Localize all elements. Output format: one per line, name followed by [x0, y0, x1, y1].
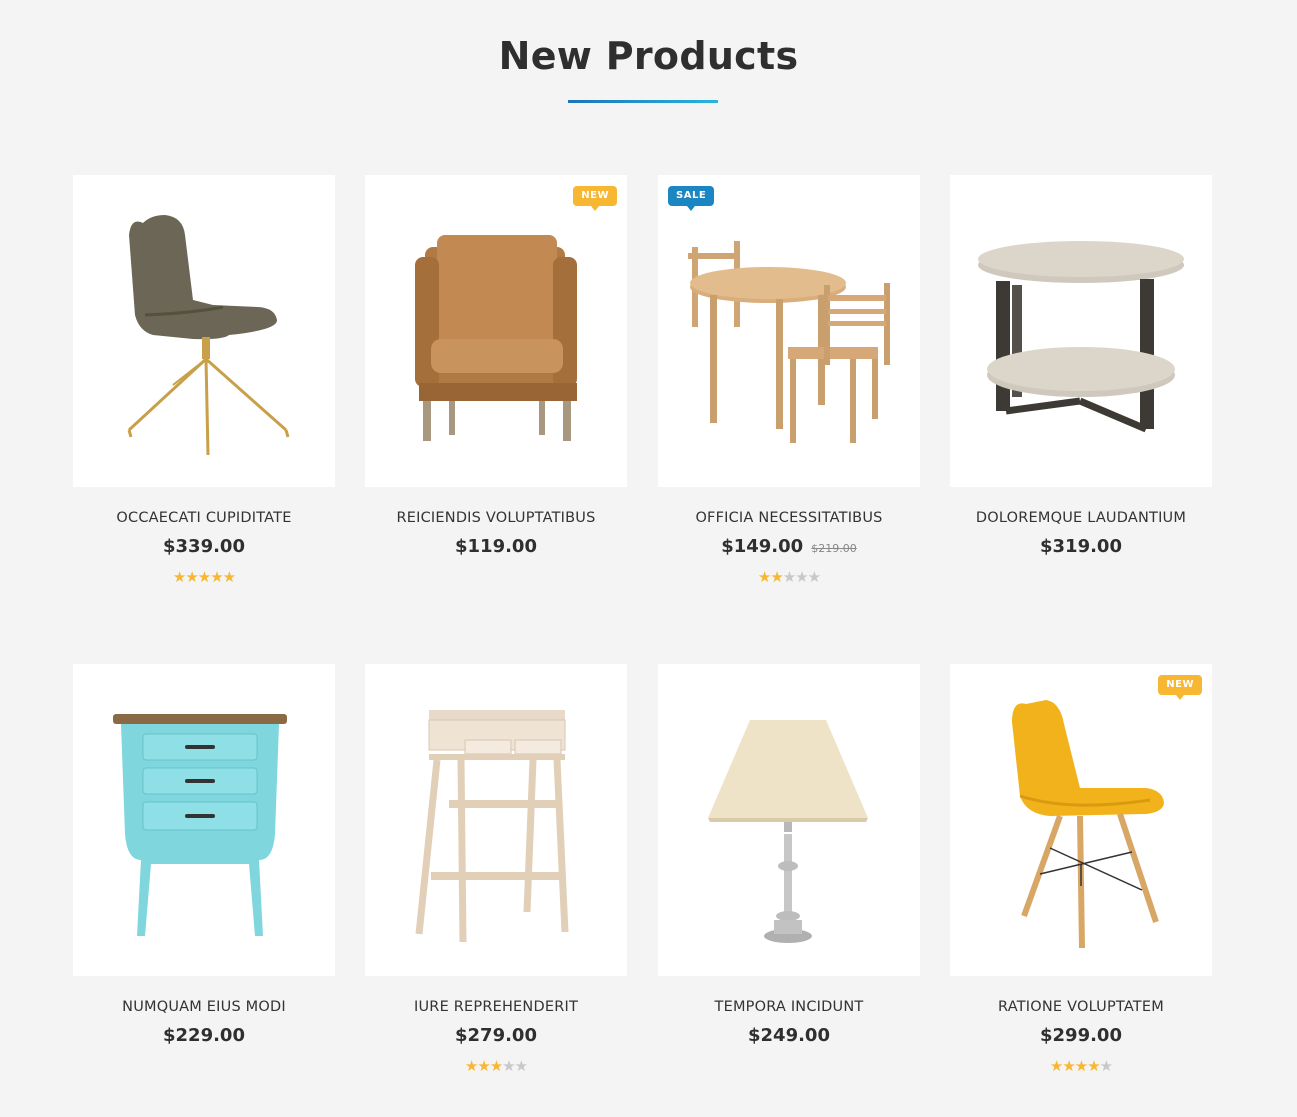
product-image-link[interactable]: NEW — [365, 175, 627, 487]
price-row: $119.00 — [365, 536, 627, 557]
star-filled-icon: ★ — [197, 568, 211, 586]
star-empty-icon: ★ — [514, 1057, 528, 1075]
side-table-icon — [978, 241, 1184, 433]
price-row: $279.00 — [365, 1025, 627, 1046]
star-filled-icon: ★ — [770, 568, 783, 586]
product-name[interactable]: DOLOREMQUE LAUDANTIUM — [950, 510, 1212, 526]
star-filled-icon: ★ — [757, 568, 771, 586]
product-grid: OCCAECATI CUPIDITATE $339.00 ★★★★★ NEW R… — [0, 0, 1297, 1117]
star-filled-icon: ★ — [1074, 1057, 1088, 1075]
price-row: $339.00 — [73, 536, 335, 557]
product-price: $229.00 — [163, 1025, 245, 1046]
star-empty-icon: ★ — [502, 1057, 515, 1075]
new-badge: NEW — [1158, 675, 1202, 700]
product-card: OCCAECATI CUPIDITATE $339.00 ★★★★★ — [73, 175, 335, 586]
product-card: SALE OFFICIA NECESSITATIBUS $149.00 $219… — [658, 175, 920, 586]
star-filled-icon: ★ — [1087, 1057, 1100, 1075]
price-row: $299.00 — [950, 1025, 1212, 1046]
price-row: $319.00 — [950, 536, 1212, 557]
star-filled-icon: ★ — [185, 568, 198, 586]
dining-set-icon — [688, 241, 890, 443]
star-filled-icon: ★ — [1049, 1057, 1063, 1075]
product-name[interactable]: TEMPORA INCIDUNT — [658, 999, 920, 1015]
product-name[interactable]: REICIENDIS VOLUPTATIBUS — [365, 510, 627, 526]
sale-badge: SALE — [668, 186, 715, 211]
old-price: $219.00 — [811, 542, 857, 555]
star-rating: ★★★★★ — [365, 1057, 627, 1075]
product-card: NUMQUAM EIUS MODI $229.00 — [73, 664, 335, 1046]
product-name[interactable]: NUMQUAM EIUS MODI — [73, 999, 335, 1015]
product-image-link[interactable] — [73, 175, 335, 487]
star-filled-icon: ★ — [489, 1057, 503, 1075]
star-empty-icon: ★ — [795, 568, 808, 586]
star-filled-icon: ★ — [210, 568, 223, 586]
star-rating: ★★★★★ — [73, 568, 335, 586]
product-price: $319.00 — [1040, 536, 1122, 557]
product-image-link[interactable] — [73, 664, 335, 976]
product-card: IURE REPREHENDERIT $279.00 ★★★★★ — [365, 664, 627, 1075]
star-filled-icon: ★ — [172, 568, 186, 586]
yellow-chair-icon — [1012, 700, 1164, 949]
nightstand-icon — [113, 714, 287, 936]
product-card: NEW REICIENDIS VOLUPTATIBUS $119.00 — [365, 175, 627, 557]
product-image-link[interactable]: NEW — [950, 664, 1212, 976]
armchair-icon — [415, 235, 577, 441]
product-card: DOLOREMQUE LAUDANTIUM $319.00 — [950, 175, 1212, 557]
product-price: $149.00 — [721, 536, 804, 557]
price-row: $229.00 — [73, 1025, 335, 1046]
new-badge: NEW — [573, 186, 617, 211]
price-row: $249.00 — [658, 1025, 920, 1046]
star-filled-icon: ★ — [1062, 1057, 1075, 1075]
product-image-link[interactable] — [950, 175, 1212, 487]
star-filled-icon: ★ — [464, 1057, 478, 1075]
product-name[interactable]: RATIONE VOLUPTATEM — [950, 999, 1212, 1015]
product-price: $299.00 — [1040, 1025, 1122, 1046]
star-filled-icon: ★ — [477, 1057, 490, 1075]
star-filled-icon: ★ — [222, 568, 236, 586]
product-name[interactable]: IURE REPREHENDERIT — [365, 999, 627, 1015]
product-image-link[interactable] — [365, 664, 627, 976]
product-card: TEMPORA INCIDUNT $249.00 — [658, 664, 920, 1046]
product-price: $339.00 — [163, 536, 245, 557]
table-lamp-icon — [708, 720, 868, 943]
star-empty-icon: ★ — [807, 568, 821, 586]
product-price: $249.00 — [748, 1025, 830, 1046]
product-price: $119.00 — [455, 536, 537, 557]
shelf-stand-icon — [415, 710, 569, 943]
product-card: NEW RATIONE VOLUPTATEM $299.00 ★★★★★ — [950, 664, 1212, 1075]
star-rating: ★★★★★ — [950, 1057, 1212, 1075]
swivel-chair-icon — [127, 215, 290, 456]
product-name[interactable]: OFFICIA NECESSITATIBUS — [658, 510, 920, 526]
product-price: $279.00 — [455, 1025, 537, 1046]
star-empty-icon: ★ — [1099, 1057, 1113, 1075]
product-name[interactable]: OCCAECATI CUPIDITATE — [73, 510, 335, 526]
price-row: $149.00 $219.00 — [658, 536, 920, 557]
product-image-link[interactable]: SALE — [658, 175, 920, 487]
product-image-link[interactable] — [658, 664, 920, 976]
star-rating: ★★★★★ — [658, 568, 920, 586]
star-empty-icon: ★ — [782, 568, 796, 586]
